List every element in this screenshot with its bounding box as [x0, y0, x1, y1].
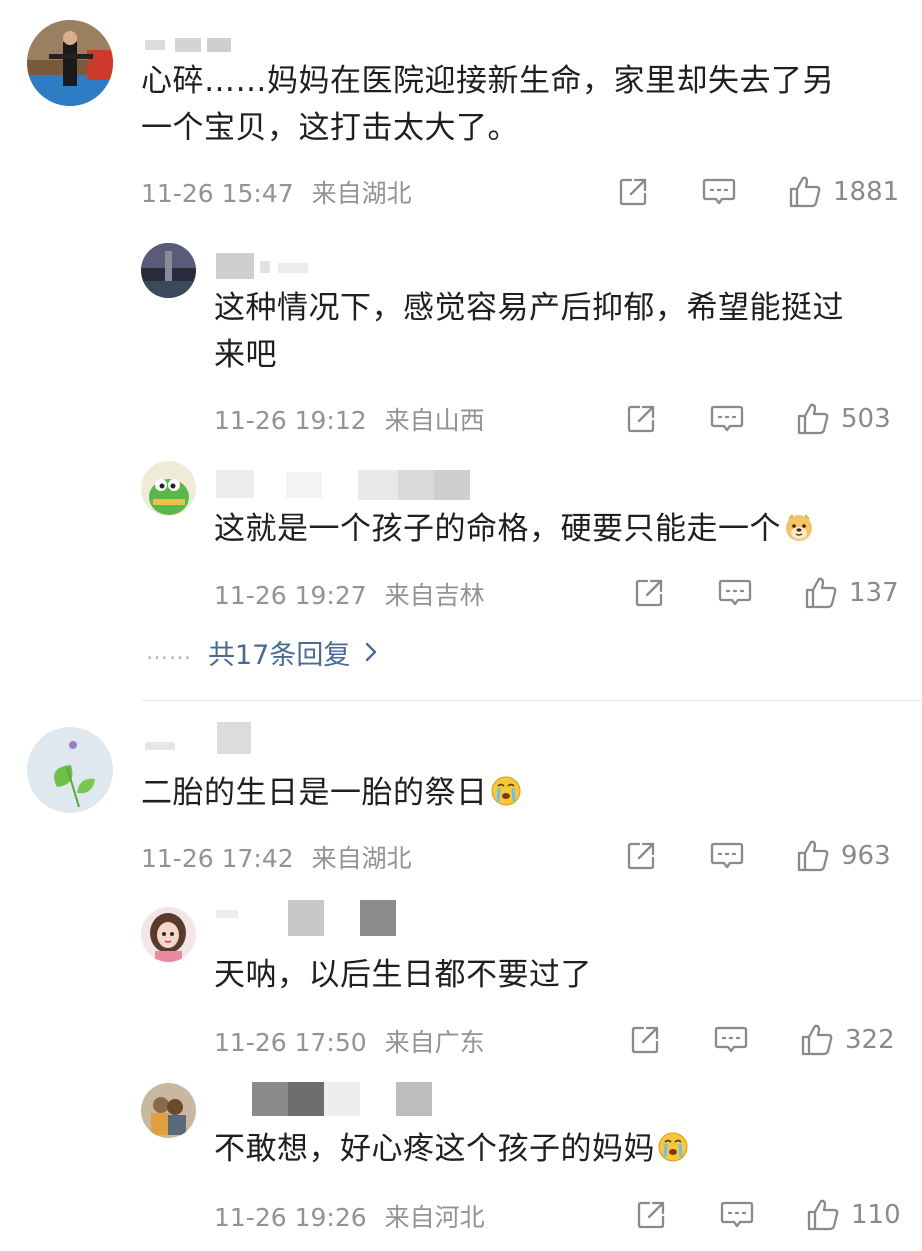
share-icon: [624, 839, 658, 873]
share-button[interactable]: [624, 399, 658, 439]
reply-actions: 110: [0, 1195, 922, 1235]
reply-actions: 503: [0, 399, 922, 439]
reply-text-content: 天呐，以后生日都不要过了: [214, 957, 592, 993]
reply-button[interactable]: [717, 573, 753, 613]
like-button[interactable]: 322: [799, 1020, 895, 1060]
more-replies-label: 共17条回复: [208, 639, 351, 671]
reply-text: 天呐，以后生日都不要过了: [214, 952, 592, 999]
like-button[interactable]: 137: [803, 573, 899, 613]
username-blurred[interactable]: [216, 900, 400, 938]
avatar[interactable]: [27, 20, 113, 106]
share-icon: [616, 175, 650, 209]
crying-emoji-icon: [657, 1131, 689, 1163]
comment-divider: [142, 700, 922, 701]
comment-text-line: 一个宝贝，这打击太大了。: [141, 110, 519, 146]
thumbs-up-icon: [795, 838, 831, 874]
share-button[interactable]: [624, 836, 658, 876]
avatar[interactable]: [141, 243, 196, 298]
comment-icon: [717, 576, 753, 610]
comment-icon: [709, 839, 745, 873]
avatar[interactable]: [141, 907, 196, 962]
like-button[interactable]: 503: [795, 399, 891, 439]
like-button[interactable]: 1881: [787, 172, 899, 212]
share-icon: [634, 1198, 668, 1232]
reply-text: 不敢想，好心疼这个孩子的妈妈: [214, 1126, 689, 1173]
reply-text: 这种情况下，感觉容易产后抑郁，希望能挺过 来吧: [214, 285, 844, 379]
reply-actions: 137: [0, 573, 922, 613]
comment-actions: 1881: [0, 172, 922, 212]
share-icon: [624, 402, 658, 436]
share-button[interactable]: [616, 172, 650, 212]
like-count: 963: [841, 841, 891, 871]
thumbs-up-icon: [803, 575, 839, 611]
more-dots: ……: [146, 639, 192, 665]
thumbs-up-icon: [787, 174, 823, 210]
reply-text-line: 来吧: [214, 337, 277, 373]
reply-text: 这就是一个孩子的命格，硬要只能走一个: [214, 506, 815, 553]
avatar[interactable]: [27, 727, 113, 813]
comment-icon: [709, 402, 745, 436]
share-icon: [628, 1023, 662, 1057]
reply-button[interactable]: [709, 399, 745, 439]
share-button[interactable]: [634, 1195, 668, 1235]
share-button[interactable]: [632, 573, 666, 613]
avatar[interactable]: [141, 461, 196, 516]
doge-emoji-icon: [783, 511, 815, 543]
view-more-replies-link[interactable]: …… 共17条回复: [146, 632, 378, 672]
chevron-right-icon: [364, 641, 378, 663]
comment-text-content: 二胎的生日是一胎的祭日: [141, 775, 488, 811]
like-count: 503: [841, 404, 891, 434]
comment-icon: [713, 1023, 749, 1057]
like-count: 137: [849, 578, 899, 608]
reply-actions: 322: [0, 1020, 922, 1060]
share-button[interactable]: [628, 1020, 662, 1060]
username-blurred[interactable]: [145, 30, 235, 56]
comment-icon: [719, 1198, 755, 1232]
like-count: 322: [845, 1025, 895, 1055]
comment-text: 心碎……妈妈在医院迎接新生命，家里却失去了另 一个宝贝，这打击太大了。: [141, 58, 834, 152]
thumbs-up-icon: [799, 1022, 835, 1058]
crying-emoji-icon: [490, 775, 522, 807]
username-blurred[interactable]: [216, 1078, 436, 1118]
reply-button[interactable]: [709, 836, 745, 876]
reply-button[interactable]: [701, 172, 737, 212]
reply-button[interactable]: [719, 1195, 755, 1235]
comment-actions: 963: [0, 836, 922, 876]
reply-text-content: 不敢想，好心疼这个孩子的妈妈: [214, 1131, 655, 1167]
comment-text-line: 心碎……妈妈在医院迎接新生命，家里却失去了另: [141, 63, 834, 99]
reply-text-content: 这就是一个孩子的命格，硬要只能走一个: [214, 511, 781, 547]
share-icon: [632, 576, 666, 610]
username-blurred[interactable]: [216, 253, 308, 279]
username-blurred[interactable]: [145, 722, 255, 756]
like-button[interactable]: 110: [805, 1195, 901, 1235]
avatar[interactable]: [141, 1083, 196, 1138]
reply-text-line: 这种情况下，感觉容易产后抑郁，希望能挺过: [214, 290, 844, 326]
like-button[interactable]: 963: [795, 836, 891, 876]
like-count: 1881: [833, 177, 900, 207]
comment-icon: [701, 175, 737, 209]
thumbs-up-icon: [795, 401, 831, 437]
like-count: 110: [851, 1200, 901, 1230]
reply-button[interactable]: [713, 1020, 749, 1060]
comment-text: 二胎的生日是一胎的祭日: [141, 770, 522, 817]
thumbs-up-icon: [805, 1197, 841, 1233]
username-blurred[interactable]: [216, 468, 472, 502]
